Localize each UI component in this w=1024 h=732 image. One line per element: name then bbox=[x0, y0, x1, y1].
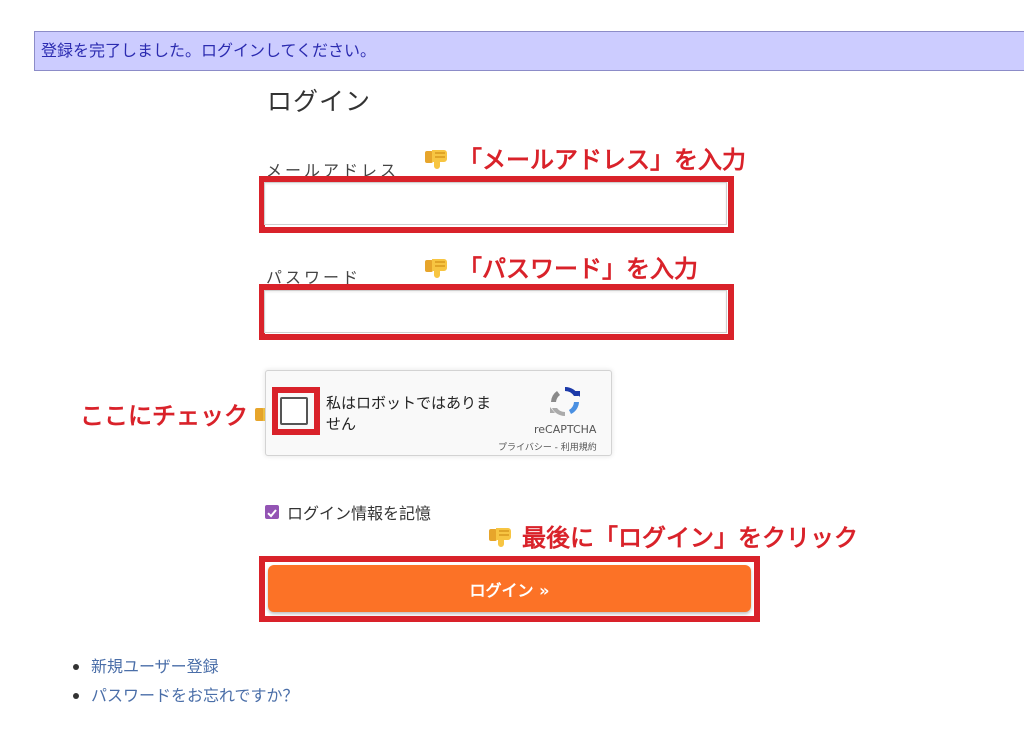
recaptcha-brand: reCAPTCHA bbox=[534, 423, 597, 436]
pointing-hand-down-icon bbox=[424, 146, 454, 170]
remember-option[interactable]: ログイン情報を記憶 bbox=[265, 500, 431, 524]
password-input[interactable] bbox=[264, 290, 727, 333]
email-input[interactable] bbox=[264, 182, 727, 225]
captcha-annotation-text: ここにチェック bbox=[80, 402, 248, 430]
forgot-password-link[interactable]: パスワードをお忘れですか？ bbox=[72, 681, 299, 710]
pointing-hand-down-icon bbox=[488, 524, 518, 548]
pointing-hand-down-icon bbox=[424, 255, 454, 279]
login-annotation: 最後に「ログイン」をクリック bbox=[488, 518, 858, 553]
captcha-annotation: ここにチェック bbox=[80, 396, 288, 431]
password-annotation: 「パスワード」を入力 bbox=[424, 249, 698, 284]
password-annotation-text: 「パスワード」を入力 bbox=[458, 255, 698, 283]
email-annotation-text: 「メールアドレス」を入力 bbox=[458, 146, 746, 174]
register-link[interactable]: 新規ユーザー登録 bbox=[72, 652, 299, 681]
checkmark-icon bbox=[267, 509, 277, 518]
remember-checkbox[interactable] bbox=[265, 505, 279, 519]
email-annotation: 「メールアドレス」を入力 bbox=[424, 140, 746, 175]
success-notice: 登録を完了しました。ログインしてください。 bbox=[34, 31, 1024, 71]
captcha-highlight bbox=[272, 387, 320, 435]
account-links: 新規ユーザー登録 パスワードをお忘れですか？ bbox=[72, 652, 299, 710]
login-button[interactable]: ログイン » bbox=[268, 565, 751, 612]
login-annotation-text: 最後に「ログイン」をクリック bbox=[522, 524, 858, 552]
page-title: ログイン bbox=[267, 87, 372, 116]
recaptcha-text: 私はロボットではありません bbox=[326, 394, 492, 433]
recaptcha-terms[interactable]: プライバシー - 利用規約 bbox=[498, 440, 597, 453]
remember-label: ログイン情報を記憶 bbox=[287, 504, 432, 523]
recaptcha-logo-icon bbox=[546, 383, 584, 421]
